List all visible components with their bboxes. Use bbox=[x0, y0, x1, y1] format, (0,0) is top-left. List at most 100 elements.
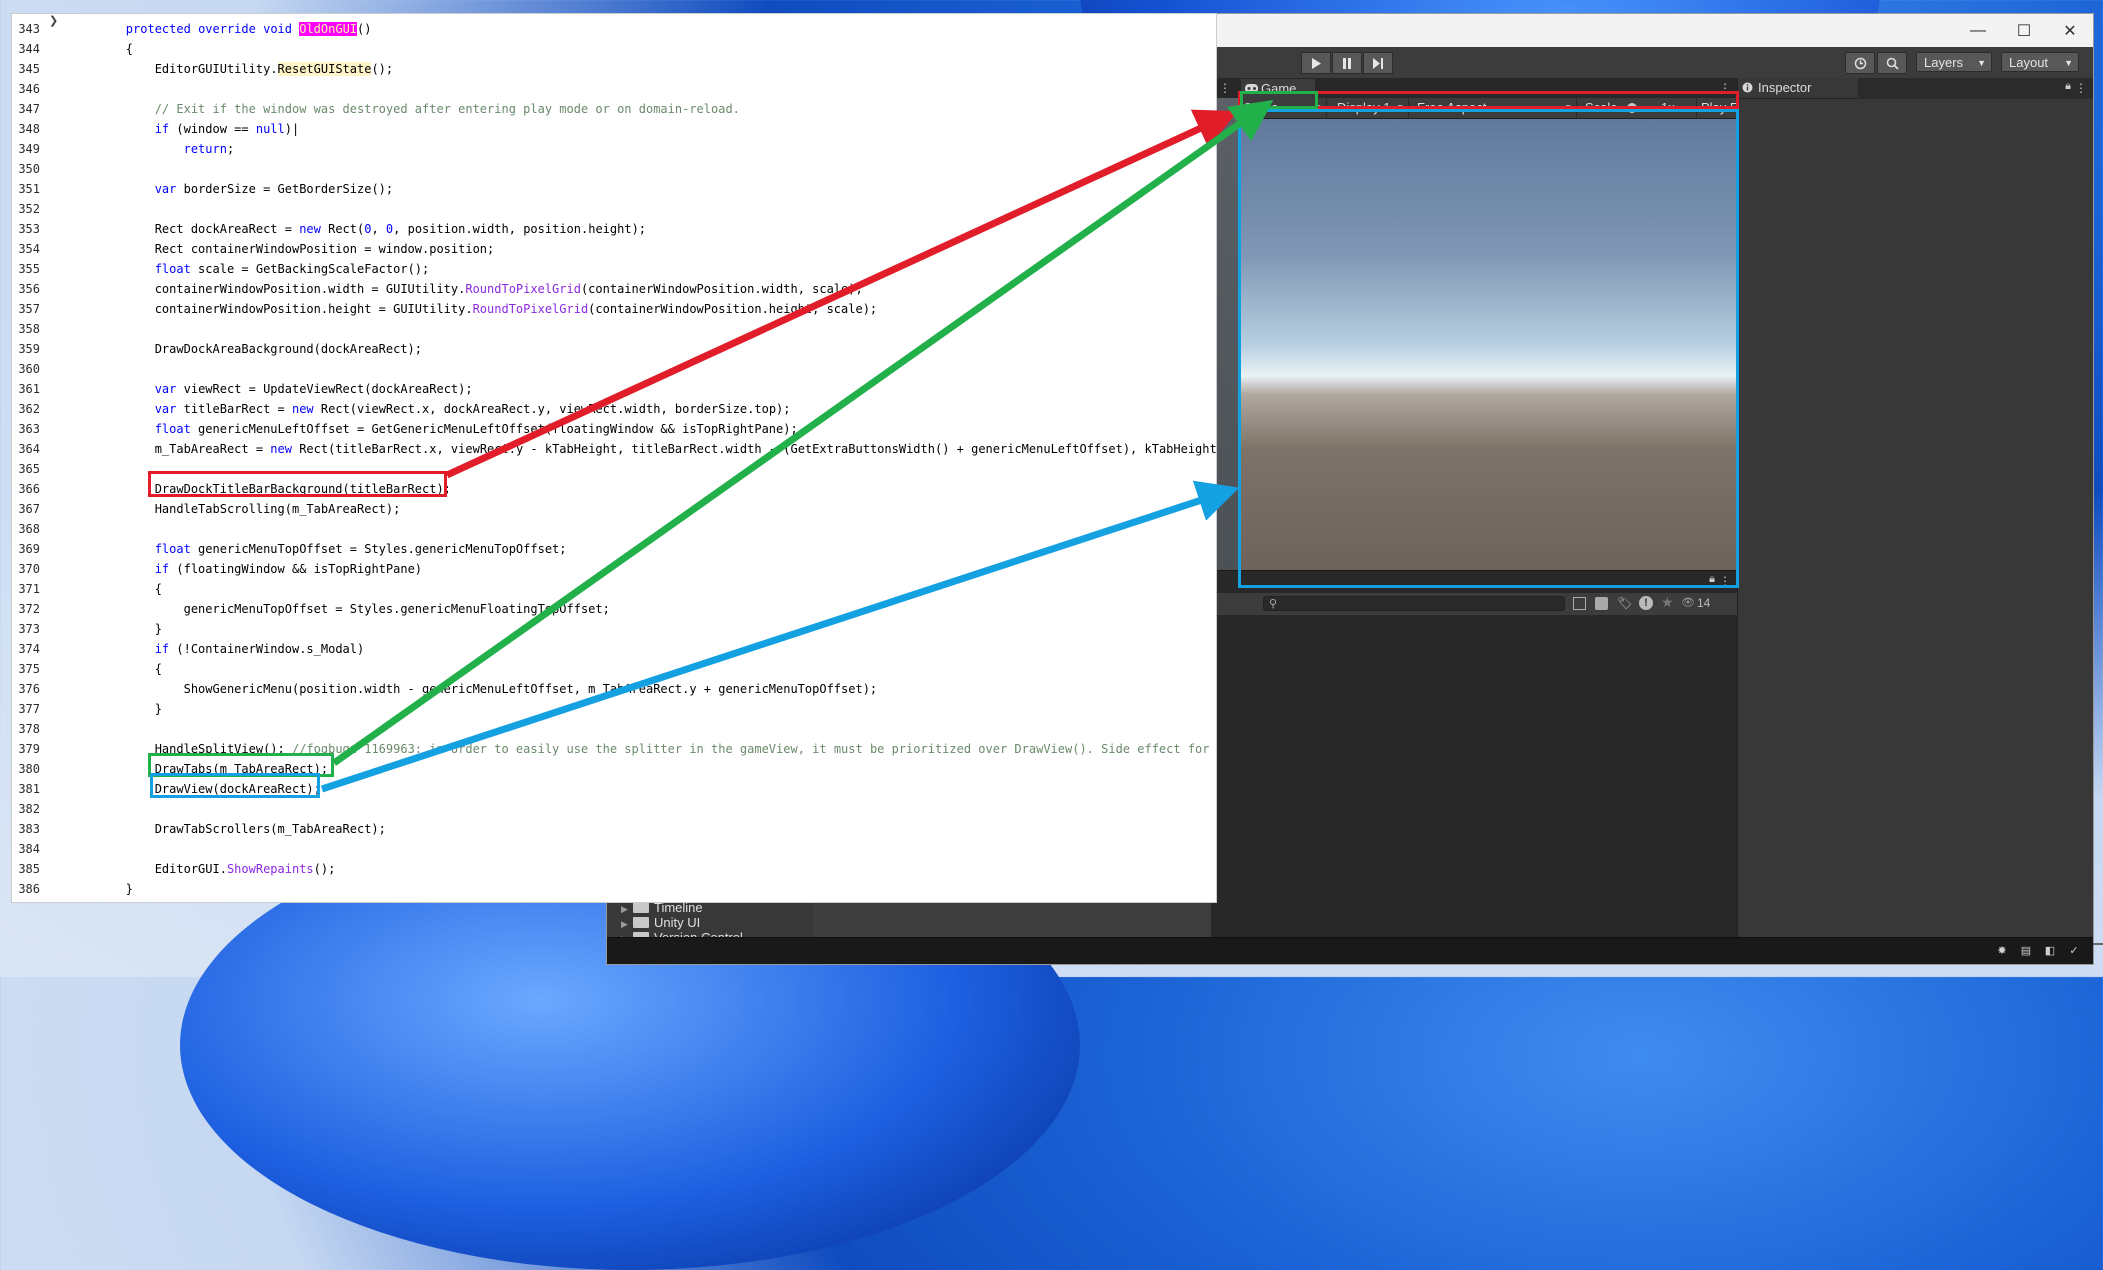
inspector-tab-bar: Inspector 🔒︎ ⋮ bbox=[1738, 78, 2093, 99]
code-line[interactable]: 350 bbox=[12, 159, 1216, 179]
code-text: if (window == null)| bbox=[154, 122, 300, 136]
code-line[interactable]: 357 containerWindowPosition.height = GUI… bbox=[12, 299, 1216, 319]
code-line[interactable]: 385 EditorGUI.ShowRepaints(); bbox=[12, 859, 1216, 879]
code-line[interactable]: 372 genericMenuTopOffset = Styles.generi… bbox=[12, 599, 1216, 619]
code-text: DrawDockAreaBackground(dockAreaRect); bbox=[68, 342, 423, 356]
check-icon[interactable]: ✓ bbox=[2067, 944, 2081, 958]
play-button[interactable] bbox=[1301, 52, 1331, 74]
chevron-down-icon: ▼ bbox=[2064, 58, 2073, 68]
tab-inspector[interactable]: Inspector bbox=[1738, 78, 1858, 99]
code-text: var borderSize = GetBorderSize(); bbox=[154, 182, 394, 196]
pause-icon bbox=[1343, 57, 1351, 69]
search-by-type-icon[interactable] bbox=[1573, 597, 1586, 610]
layers-dropdown[interactable]: Layers ▼ bbox=[1916, 52, 1992, 72]
code-text: ShowGenericMenu(position.width - generic… bbox=[68, 682, 878, 696]
code-line[interactable]: 354 Rect containerWindowPosition = windo… bbox=[12, 239, 1216, 259]
line-number: 371 bbox=[18, 582, 40, 596]
inspector-menu-icon[interactable]: ⋮ bbox=[2075, 78, 2087, 98]
line-number: 385 bbox=[18, 862, 40, 876]
lock-icon[interactable]: 🔒︎ bbox=[2065, 80, 2071, 93]
line-number: 363 bbox=[18, 422, 40, 436]
code-text: var viewRect = UpdateViewRect(dockAreaRe… bbox=[154, 382, 473, 396]
code-text: float genericMenuLeftOffset = GetGeneric… bbox=[154, 422, 798, 436]
step-button[interactable] bbox=[1363, 52, 1393, 74]
code-line[interactable]: 364 m_TabAreaRect = new Rect(titleBarRec… bbox=[12, 439, 1216, 459]
layout-dropdown[interactable]: Layout ▼ bbox=[2001, 52, 2079, 72]
code-line[interactable]: 345 EditorGUIUtility.ResetGUIState(); bbox=[12, 59, 1216, 79]
code-line[interactable]: 369 float genericMenuTopOffset = Styles.… bbox=[12, 539, 1216, 559]
line-number: 353 bbox=[18, 222, 40, 236]
code-line[interactable]: 376 ShowGenericMenu(position.width - gen… bbox=[12, 679, 1216, 699]
line-number: 360 bbox=[18, 362, 40, 376]
line-number: 350 bbox=[18, 162, 40, 176]
label-icon[interactable]: 🏷︎ bbox=[1617, 596, 1632, 610]
code-line[interactable]: 375 { bbox=[12, 659, 1216, 679]
code-line[interactable]: 371 { bbox=[12, 579, 1216, 599]
code-line[interactable]: 368 bbox=[12, 519, 1216, 539]
search-icon bbox=[1886, 57, 1899, 70]
line-number: 357 bbox=[18, 302, 40, 316]
code-line[interactable]: 352 bbox=[12, 199, 1216, 219]
code-line[interactable]: 378 bbox=[12, 719, 1216, 739]
line-number: 369 bbox=[18, 542, 40, 556]
minimize-button[interactable]: — bbox=[1955, 14, 2001, 47]
pause-button[interactable] bbox=[1332, 52, 1362, 74]
warning-filter-icon[interactable]: ! bbox=[1639, 596, 1653, 610]
code-line[interactable]: 382 bbox=[12, 799, 1216, 819]
code-line[interactable]: 361 var viewRect = UpdateViewRect(dockAr… bbox=[12, 379, 1216, 399]
project-toolbar: ⚲ 🏷︎ ! ★ 👁︎ 14 bbox=[1211, 593, 1737, 615]
code-line[interactable]: 374 if (!ContainerWindow.s_Modal) bbox=[12, 639, 1216, 659]
code-text: { bbox=[68, 582, 162, 596]
code-line[interactable]: 348 if (window == null)| bbox=[12, 119, 1216, 139]
code-line[interactable]: 362 var titleBarRect = new Rect(viewRect… bbox=[12, 399, 1216, 419]
favorite-star-icon[interactable]: ★ bbox=[1661, 594, 1674, 611]
code-line[interactable]: 377 } bbox=[12, 699, 1216, 719]
code-line[interactable]: 351 var borderSize = GetBorderSize(); bbox=[12, 179, 1216, 199]
code-line[interactable]: 355 float scale = GetBackingScaleFactor(… bbox=[12, 259, 1216, 279]
code-line[interactable]: 343 protected override void OldOnGUI() bbox=[12, 19, 1216, 39]
code-line[interactable]: 349 return; bbox=[12, 139, 1216, 159]
debug-icon[interactable]: ✸ bbox=[1995, 944, 2009, 958]
code-text: genericMenuTopOffset = Styles.genericMen… bbox=[68, 602, 610, 616]
line-number: 361 bbox=[18, 382, 40, 396]
eye-icon: 👁︎ bbox=[1681, 597, 1695, 609]
code-text: float genericMenuTopOffset = Styles.gene… bbox=[154, 542, 567, 556]
code-line[interactable]: 370 if (floatingWindow && isTopRightPane… bbox=[12, 559, 1216, 579]
folder-icon bbox=[633, 902, 649, 913]
line-number: 386 bbox=[18, 882, 40, 896]
line-number: 382 bbox=[18, 802, 40, 816]
line-number: 364 bbox=[18, 442, 40, 456]
code-line[interactable]: 353 Rect dockAreaRect = new Rect(0, 0, p… bbox=[12, 219, 1216, 239]
filter-icon[interactable] bbox=[1595, 597, 1608, 610]
history-button[interactable] bbox=[1845, 52, 1875, 74]
tree-folder-unity-ui[interactable]: ▶ Unity UI bbox=[621, 915, 700, 930]
maximize-button[interactable]: ☐ bbox=[2001, 14, 2047, 47]
code-line[interactable]: 384 bbox=[12, 839, 1216, 859]
code-line[interactable]: 373 } bbox=[12, 619, 1216, 639]
code-line[interactable]: 383 DrawTabScrollers(m_TabAreaRect); bbox=[12, 819, 1216, 839]
progress-icon[interactable]: ◧ bbox=[2043, 944, 2057, 958]
code-line[interactable]: 363 float genericMenuLeftOffset = GetGen… bbox=[12, 419, 1216, 439]
code-line[interactable]: 356 containerWindowPosition.width = GUIU… bbox=[12, 279, 1216, 299]
annotation-box-drawview-code bbox=[150, 773, 320, 798]
line-number: 367 bbox=[18, 502, 40, 516]
line-number: 346 bbox=[18, 82, 40, 96]
inspector-tab-label: Inspector bbox=[1758, 80, 1812, 95]
code-line[interactable]: 344 { bbox=[12, 39, 1216, 59]
code-line[interactable]: 386 } bbox=[12, 879, 1216, 899]
status-bar: ✸ ▤ ◧ ✓ bbox=[607, 937, 2093, 964]
search-button[interactable] bbox=[1877, 52, 1907, 74]
line-number: 354 bbox=[18, 242, 40, 256]
search-input[interactable]: ⚲ bbox=[1263, 596, 1565, 611]
code-line[interactable]: 347 // Exit if the window was destroyed … bbox=[12, 99, 1216, 119]
code-line[interactable]: 359 DrawDockAreaBackground(dockAreaRect)… bbox=[12, 339, 1216, 359]
code-text: HandleTabScrolling(m_TabAreaRect); bbox=[68, 502, 401, 516]
code-line[interactable]: 367 HandleTabScrolling(m_TabAreaRect); bbox=[12, 499, 1216, 519]
code-text: } bbox=[68, 622, 162, 636]
close-button[interactable]: ✕ bbox=[2047, 14, 2093, 47]
code-line[interactable]: 346 bbox=[12, 79, 1216, 99]
info-icon bbox=[1742, 82, 1753, 93]
code-line[interactable]: 360 bbox=[12, 359, 1216, 379]
code-line[interactable]: 358 bbox=[12, 319, 1216, 339]
cache-icon[interactable]: ▤ bbox=[2019, 944, 2033, 958]
